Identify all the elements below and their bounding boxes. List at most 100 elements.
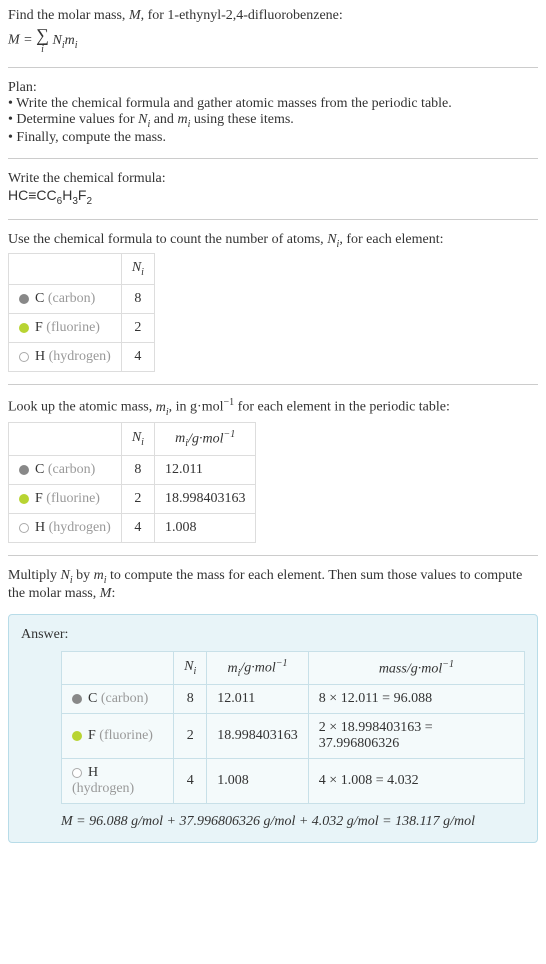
element-cell: H (hydrogen) <box>62 759 174 804</box>
empty-header <box>62 651 174 684</box>
chemical-formula: HC≡CC6H3F2 <box>8 187 538 207</box>
table-header-row: Ni mi/g·mol−1 mass/g·mol−1 <box>62 651 525 684</box>
n-value: 8 <box>121 285 154 314</box>
n-header: Ni <box>174 651 207 684</box>
m-value: 12.011 <box>154 456 256 485</box>
n-value: 4 <box>121 514 154 543</box>
n-header: Ni <box>121 422 154 455</box>
sigma-icon: ∑ <box>36 25 49 45</box>
count-section: Use the chemical formula to count the nu… <box>8 232 538 373</box>
divider <box>8 219 538 220</box>
formula-ni: Ni <box>52 33 64 48</box>
n-header: Ni <box>121 254 154 285</box>
table-row: C (carbon) 8 12.011 8 × 12.011 = 96.088 <box>62 685 525 714</box>
plan-item: Write the chemical formula and gather at… <box>8 96 538 112</box>
m-header: mi/g·mol−1 <box>154 422 256 455</box>
mass-value: 8 × 12.011 = 96.088 <box>308 685 524 714</box>
formula-lhs: M <box>8 33 20 48</box>
table-row: C (carbon) 8 <box>9 285 155 314</box>
element-dot-icon <box>72 768 82 778</box>
element-dot-icon <box>19 494 29 504</box>
element-cell: C (carbon) <box>9 285 122 314</box>
element-cell: F (fluorine) <box>9 314 122 343</box>
n-value: 2 <box>121 314 154 343</box>
table-row: C (carbon) 8 12.011 <box>9 456 256 485</box>
n-value: 4 <box>174 759 207 804</box>
final-result: M = 96.088 g/mol + 37.996806326 g/mol + … <box>61 814 525 830</box>
m-value: 1.008 <box>207 759 309 804</box>
count-table: Ni C (carbon) 8 F (fluorine) 2 H (hydrog… <box>8 253 155 372</box>
n-value: 8 <box>174 685 207 714</box>
n-value: 2 <box>121 485 154 514</box>
intro-line1: Find the molar mass, <box>8 8 129 23</box>
n-value: 2 <box>174 714 207 759</box>
multiply-var-mm: M <box>100 586 112 601</box>
element-dot-icon <box>19 323 29 333</box>
lookup-title: Look up the atomic mass, mi, in g·mol−1 … <box>8 397 538 417</box>
element-dot-icon <box>72 731 82 741</box>
empty-header <box>9 422 122 455</box>
table-header-row: Ni mi/g·mol−1 <box>9 422 256 455</box>
sum-symbol: ∑i <box>36 26 49 55</box>
multiply-section: Multiply Ni by mi to compute the mass fo… <box>8 568 538 602</box>
answer-label: Answer: <box>21 627 525 643</box>
plan-item: Finally, compute the mass. <box>8 130 538 146</box>
empty-header <box>9 254 122 285</box>
lookup-table: Ni mi/g·mol−1 C (carbon) 8 12.011 F (flu… <box>8 422 256 543</box>
m-value: 18.998403163 <box>154 485 256 514</box>
mass-header: mass/g·mol−1 <box>308 651 524 684</box>
chemformula-title: Write the chemical formula: <box>8 171 538 187</box>
plan-section: Plan: Write the chemical formula and gat… <box>8 80 538 146</box>
m-header: mi/g·mol−1 <box>207 651 309 684</box>
element-dot-icon <box>72 694 82 704</box>
intro-line1-end: , for 1-ethynyl-2,4-difluorobenzene: <box>141 8 343 23</box>
multiply-var-m: mi <box>94 568 107 583</box>
answer-box: Answer: Ni mi/g·mol−1 mass/g·mol−1 C (ca… <box>8 614 538 843</box>
mass-value: 2 × 18.998403163 = 37.996806326 <box>308 714 524 759</box>
element-dot-icon <box>19 352 29 362</box>
m-value: 1.008 <box>154 514 256 543</box>
element-cell: H (hydrogen) <box>9 514 122 543</box>
answer-table: Ni mi/g·mol−1 mass/g·mol−1 C (carbon) 8 … <box>61 651 525 804</box>
divider <box>8 67 538 68</box>
chemformula-section: Write the chemical formula: HC≡CC6H3F2 <box>8 171 538 207</box>
table-row: H (hydrogen) 4 1.008 4 × 1.008 = 4.032 <box>62 759 525 804</box>
table-row: F (fluorine) 2 18.998403163 <box>9 485 256 514</box>
intro-var-m: M <box>129 8 141 23</box>
count-title: Use the chemical formula to count the nu… <box>8 232 538 250</box>
table-row: H (hydrogen) 4 1.008 <box>9 514 256 543</box>
count-var: Ni <box>327 232 339 247</box>
element-cell: H (hydrogen) <box>9 343 122 372</box>
formula-eq: = <box>20 33 36 48</box>
divider <box>8 158 538 159</box>
element-dot-icon <box>19 465 29 475</box>
n-value: 4 <box>121 343 154 372</box>
m-value: 12.011 <box>207 685 309 714</box>
element-dot-icon <box>19 523 29 533</box>
divider <box>8 384 538 385</box>
sum-index: i <box>36 45 49 55</box>
table-row: F (fluorine) 2 18.998403163 2 × 18.99840… <box>62 714 525 759</box>
table-row: F (fluorine) 2 <box>9 314 155 343</box>
lookup-var: mi <box>156 400 169 415</box>
element-cell: F (fluorine) <box>62 714 174 759</box>
multiply-text: Multiply Ni by mi to compute the mass fo… <box>8 568 538 602</box>
element-cell: C (carbon) <box>62 685 174 714</box>
multiply-var-n: Ni <box>61 568 73 583</box>
lookup-section: Look up the atomic mass, mi, in g·mol−1 … <box>8 397 538 543</box>
intro-section: Find the molar mass, M, for 1-ethynyl-2,… <box>8 8 538 55</box>
mass-value: 4 × 1.008 = 4.032 <box>308 759 524 804</box>
plan-item: Determine values for Ni and mi using the… <box>8 112 538 130</box>
divider <box>8 555 538 556</box>
element-cell: C (carbon) <box>9 456 122 485</box>
intro-text: Find the molar mass, M, for 1-ethynyl-2,… <box>8 8 538 24</box>
formula-mi: mi <box>65 33 78 48</box>
table-header-row: Ni <box>9 254 155 285</box>
m-value: 18.998403163 <box>207 714 309 759</box>
molar-mass-formula: M = ∑i Nimi <box>8 26 538 55</box>
table-row: H (hydrogen) 4 <box>9 343 155 372</box>
element-cell: F (fluorine) <box>9 485 122 514</box>
n-value: 8 <box>121 456 154 485</box>
plan-list: Write the chemical formula and gather at… <box>8 96 538 146</box>
element-dot-icon <box>19 294 29 304</box>
